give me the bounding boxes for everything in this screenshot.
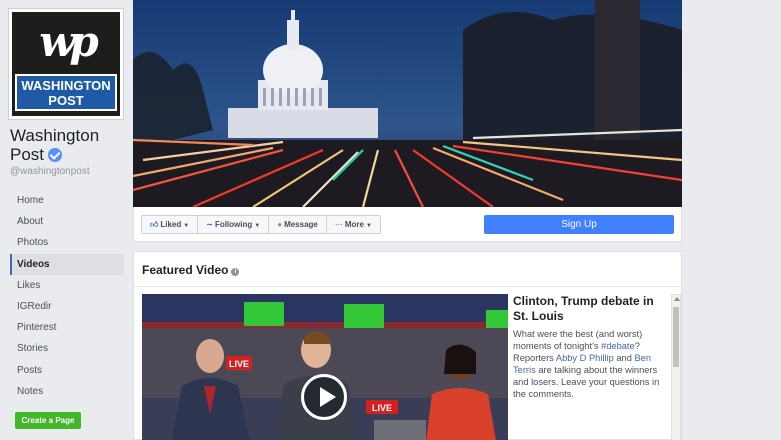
logo-mark: wp — [39, 17, 99, 66]
nav-item-videos[interactable]: Videos — [10, 253, 124, 275]
create-page-button[interactable]: Create a Page — [15, 412, 81, 429]
rss-icon: ∼ — [206, 220, 213, 229]
featured-video-title: Featured Video — [142, 263, 229, 277]
verified-badge-icon — [48, 148, 62, 162]
sign-up-button[interactable]: Sign Up — [484, 215, 674, 234]
message-button[interactable]: ● Message — [269, 216, 327, 233]
washington-post-logo: wp WASHINGTON POST — [12, 12, 120, 116]
page-actions-group: 👍︎ Liked ▼ ∼ Following ▼ ● Message ⋯ More ▼ — [141, 215, 381, 234]
nav-item-igredir[interactable]: IGRedir — [10, 296, 124, 317]
following-button[interactable]: ∼ Following ▼ — [198, 216, 270, 233]
page-nav: Home About Photos Videos Likes IGRedir Pintere… — [10, 190, 124, 402]
scroll-up-icon[interactable] — [674, 297, 680, 301]
profile-picture[interactable]: wp WASHINGTON POST — [8, 8, 124, 120]
featured-video-info: Clinton, Trump debate in St. Louis What … — [513, 294, 663, 400]
desc-text: are talking about the winners and losers… — [513, 365, 660, 399]
more-dots-icon: ⋯ — [334, 220, 343, 229]
thumbs-up-icon: 👍︎ — [150, 220, 159, 229]
message-icon: ● — [277, 220, 283, 229]
more-button[interactable]: ⋯ More ▼ — [326, 216, 380, 233]
desc-text: and — [613, 353, 635, 363]
caret-down-icon: ▼ — [254, 223, 261, 229]
nav-item-home[interactable]: Home — [10, 190, 124, 211]
message-label: Message — [284, 220, 318, 229]
live-badge-left: LIVE — [229, 359, 249, 369]
page-handle[interactable]: @washingtonpost — [10, 166, 90, 177]
description-scrollbar[interactable] — [671, 294, 681, 440]
liked-label: Liked — [160, 220, 182, 229]
nav-item-pinterest[interactable]: Pinterest — [10, 317, 124, 338]
capitol-night-scene — [133, 0, 682, 207]
nav-item-about[interactable]: About — [10, 211, 124, 232]
featured-video-player[interactable]: LIVE LIVE — [142, 294, 508, 440]
nav-item-posts[interactable]: Posts — [10, 360, 124, 381]
liked-button[interactable]: 👍︎ Liked ▼ — [142, 216, 199, 233]
following-label: Following — [214, 220, 253, 229]
caret-down-icon: ▼ — [365, 223, 372, 229]
play-button-icon[interactable] — [301, 374, 347, 420]
featured-video-section: Featured Video i LIVE LIVE Clinton, Trum… — [133, 251, 682, 440]
featured-video-heading: Featured Video i — [142, 263, 240, 277]
divider — [134, 286, 681, 287]
info-icon[interactable]: i — [231, 268, 240, 276]
page-action-bar: 👍︎ Liked ▼ ∼ Following ▼ ● Message ⋯ More ▼ Sig… — [133, 207, 682, 242]
video-title[interactable]: Clinton, Trump debate in St. Louis — [513, 294, 663, 324]
caret-down-icon: ▼ — [183, 223, 190, 229]
nav-item-likes[interactable]: Likes — [10, 275, 124, 296]
scrollbar-thumb[interactable] — [673, 307, 679, 367]
nav-item-photos[interactable]: Photos — [10, 232, 124, 253]
more-label: More — [344, 220, 364, 229]
video-description: What were the best (and worst) moments o… — [513, 328, 663, 400]
nav-item-stories[interactable]: Stories — [10, 338, 124, 359]
logo-wordmark: WASHINGTON POST — [15, 74, 117, 111]
live-badge-right: LIVE — [372, 403, 392, 413]
cover-photo[interactable] — [133, 0, 682, 207]
person-link[interactable]: Abby D Phillip — [556, 353, 614, 363]
nav-item-notes[interactable]: Notes — [10, 381, 124, 402]
hashtag-link[interactable]: #debate — [601, 341, 635, 351]
